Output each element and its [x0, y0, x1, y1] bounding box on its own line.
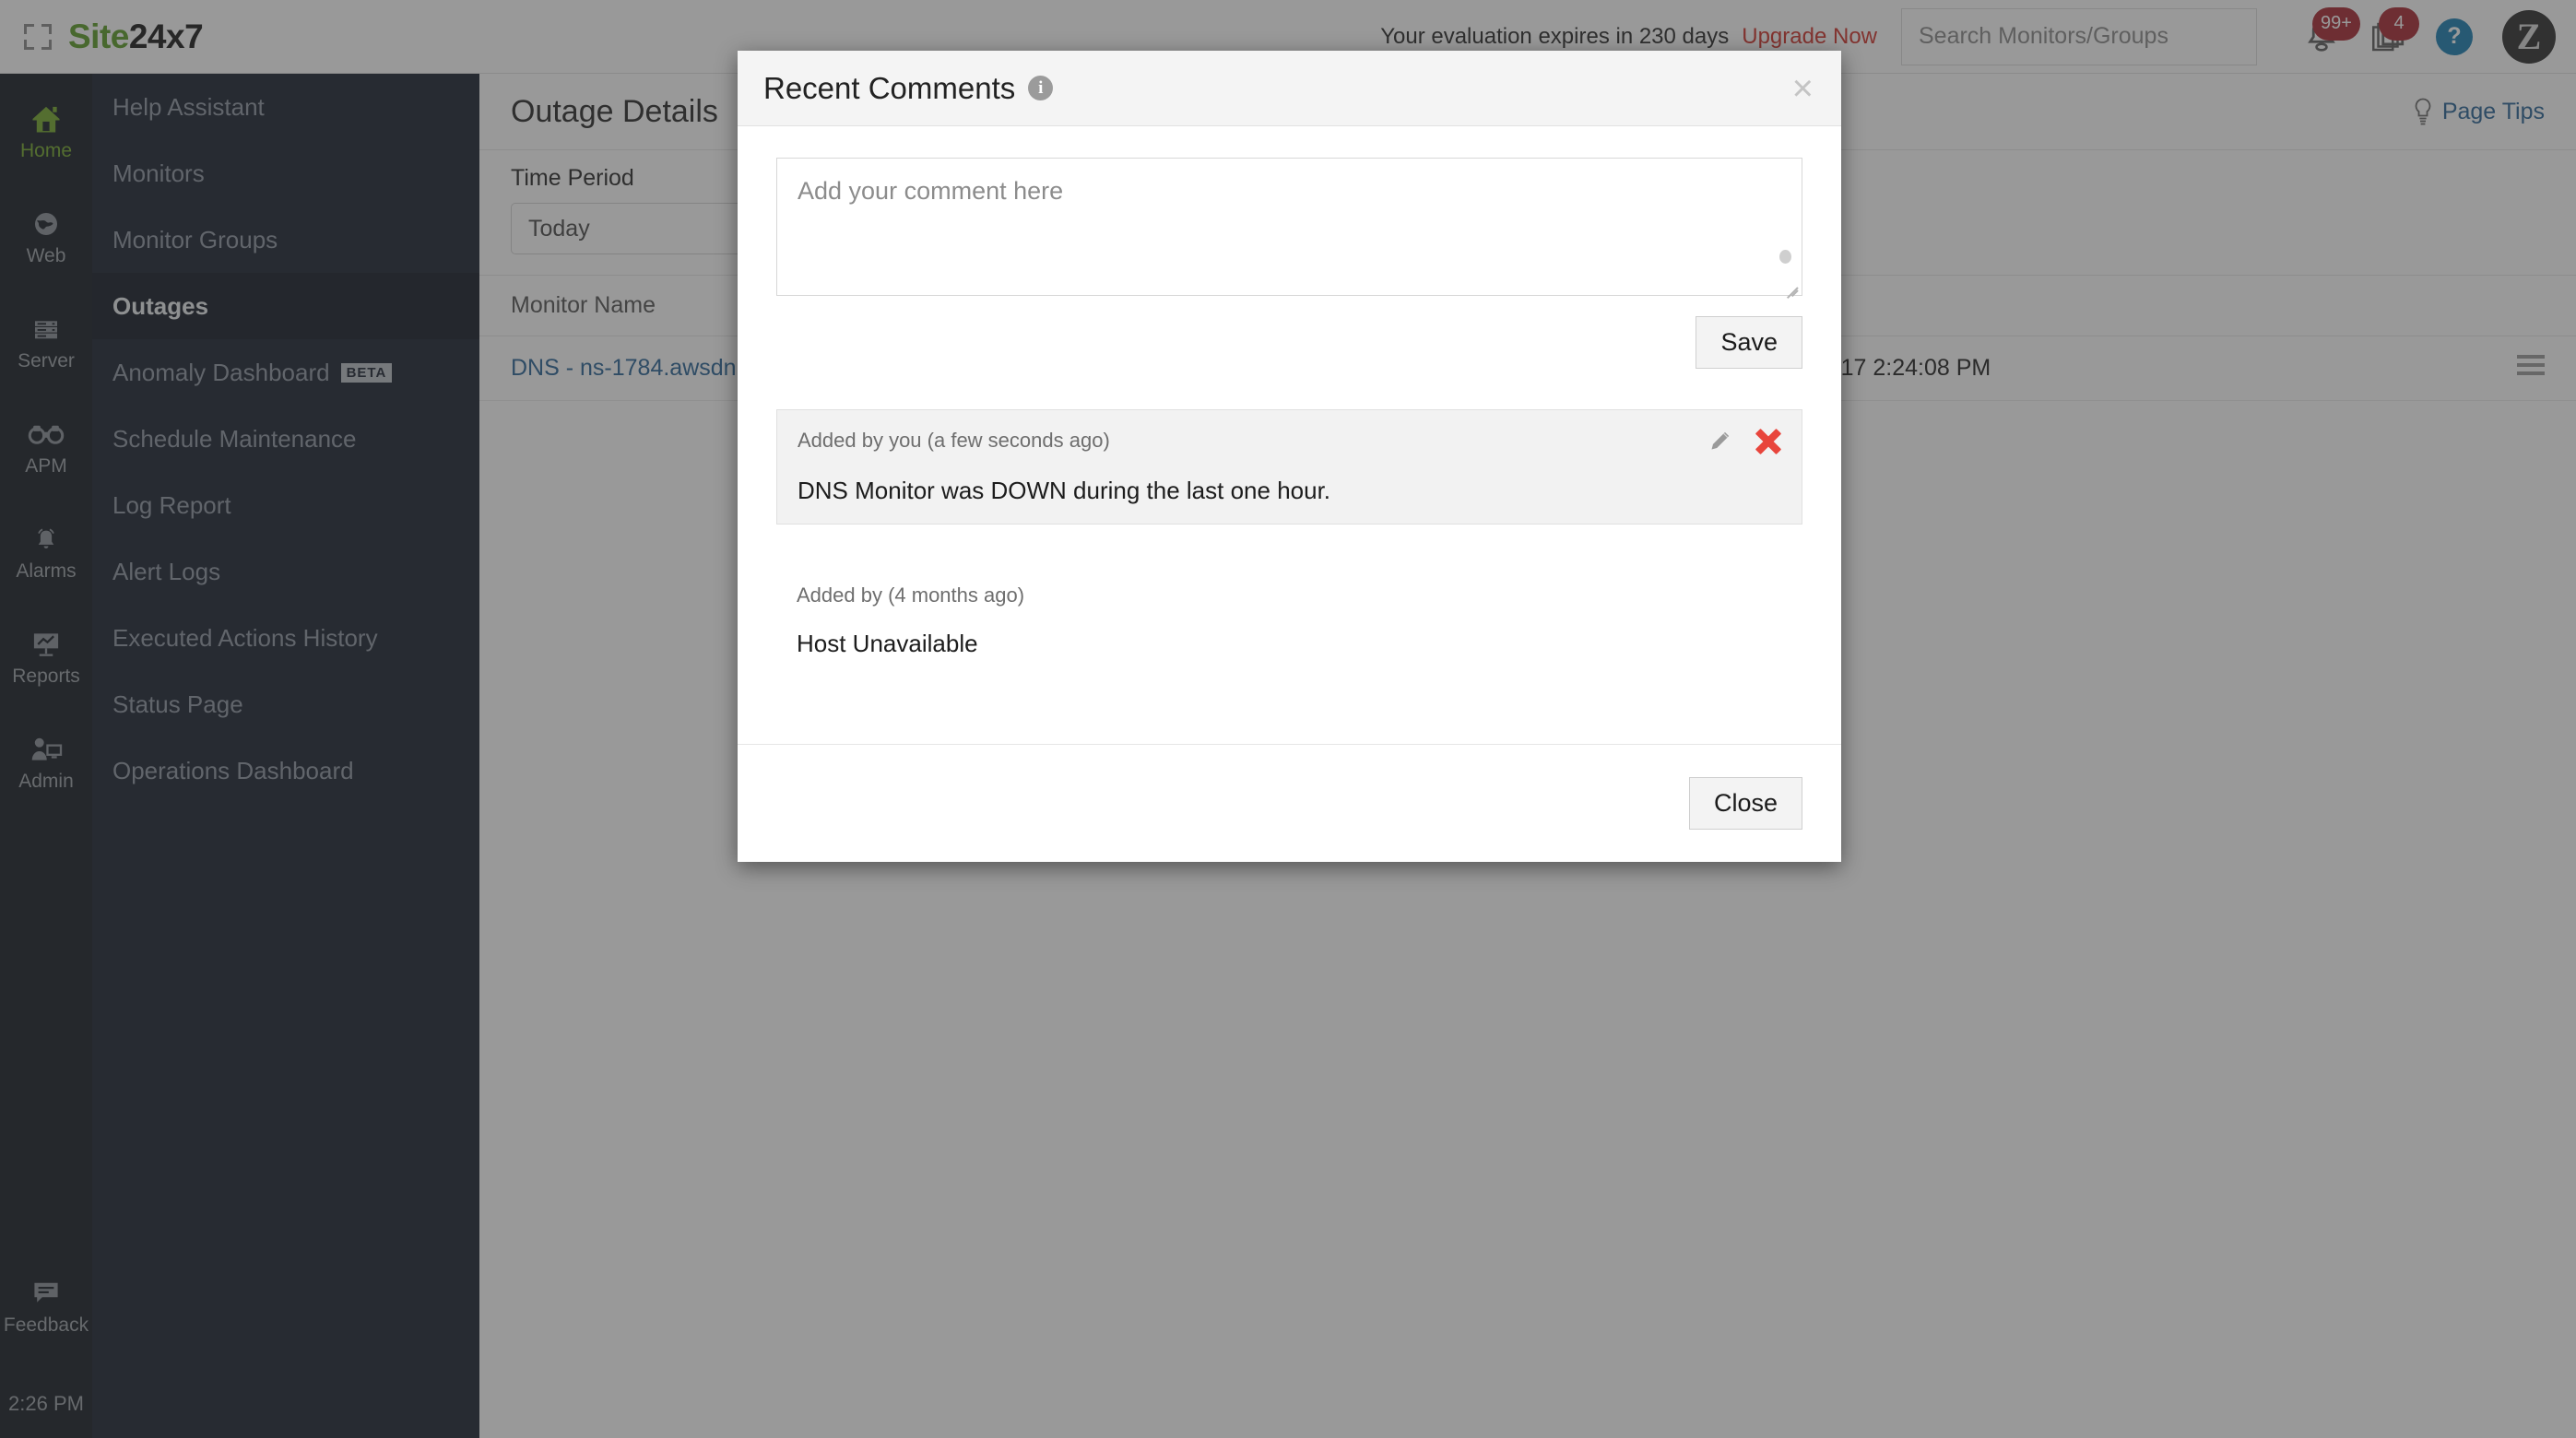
edit-pencil-icon[interactable] [1707, 430, 1731, 454]
delete-icon[interactable] [1755, 428, 1782, 455]
comment-entry-recent: Added by you (a few seconds ago) DNS Mon… [776, 409, 1802, 525]
save-button[interactable]: Save [1696, 316, 1802, 369]
comment-meta-row: Added by you (a few seconds ago) [798, 428, 1782, 455]
comment-actions [1707, 428, 1782, 455]
comment-body: DNS Monitor was DOWN during the last one… [798, 477, 1331, 504]
modal-header: Recent Comments i × [738, 51, 1841, 126]
save-row: Save [776, 316, 1802, 369]
comment-input-placeholder: Add your comment here [798, 177, 1064, 205]
recent-comments-modal: Recent Comments i × Add your comment her… [738, 51, 1841, 862]
info-icon[interactable]: i [1028, 76, 1054, 100]
comment-author-time: Added by (4 months ago) [797, 583, 1025, 607]
comment-meta-row: Added by (4 months ago) [797, 583, 1782, 607]
comment-body: Host Unavailable [797, 630, 978, 657]
comment-entry-old: Added by (4 months ago) Host Unavailable [776, 565, 1802, 677]
close-icon[interactable]: × [1792, 70, 1814, 107]
comment-author-time: Added by you (a few seconds ago) [798, 429, 1110, 452]
modal-body: Add your comment here Save Added by you … [738, 126, 1841, 744]
close-button[interactable]: Close [1688, 777, 1802, 830]
modal-footer: Close [738, 744, 1841, 862]
modal-title: Recent Comments [763, 70, 1016, 105]
app-root: Site24x7 Your evaluation expires in 230 … [0, 0, 2576, 1438]
comment-input[interactable]: Add your comment here [776, 158, 1802, 300]
textarea-indicator-dot [1779, 250, 1791, 264]
textarea-resize-grip[interactable] [1781, 276, 1799, 300]
